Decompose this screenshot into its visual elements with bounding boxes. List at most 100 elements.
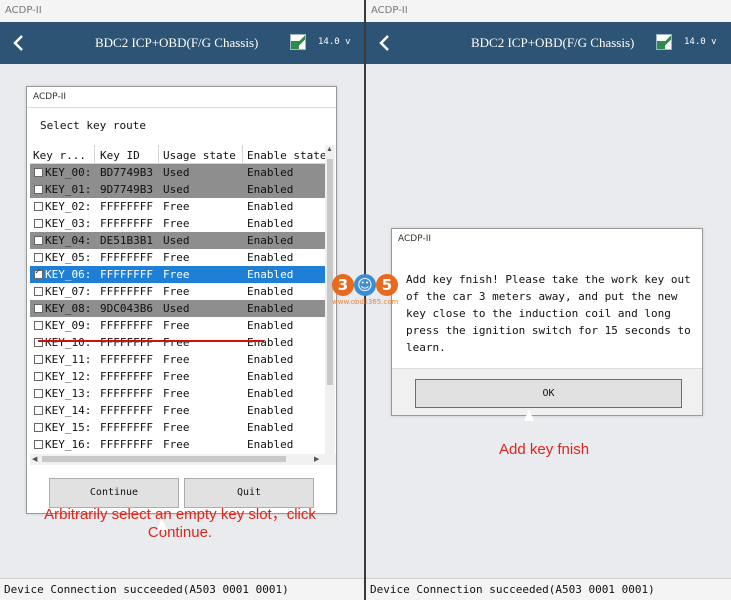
- checkbox-icon[interactable]: [34, 423, 43, 432]
- cell-usage-state: Free: [163, 421, 190, 434]
- cell-key-id: FFFFFFFF: [100, 200, 153, 213]
- table-row[interactable]: KEY_04: DE51B3B1 Used Enabled: [30, 232, 325, 249]
- checkbox-icon[interactable]: [34, 202, 43, 211]
- cell-enable-state: Enabled: [247, 387, 294, 400]
- cell-usage-state: Free: [163, 285, 190, 298]
- checkbox-icon[interactable]: [34, 168, 43, 177]
- table-row[interactable]: KEY_06: FFFFFFFF Free Enabled: [30, 266, 325, 283]
- cell-usage-state: Free: [163, 268, 190, 281]
- cell-key-id: FFFFFFFF: [100, 336, 153, 349]
- table-row[interactable]: KEY_11: FFFFFFFF Free Enabled: [30, 351, 325, 368]
- cell-key-route: KEY_01:: [45, 183, 92, 196]
- table-row[interactable]: KEY_10: FFFFFFFF Free Enabled: [30, 334, 325, 351]
- continue-button[interactable]: Continue: [49, 478, 179, 508]
- cell-key-id: FFFFFFFF: [100, 421, 153, 434]
- table-row[interactable]: KEY_07: FFFFFFFF Free Enabled: [30, 283, 325, 300]
- horizontal-scrollbar[interactable]: ◀ ▶: [30, 454, 336, 465]
- dialog-message: Add key fnish! Please take the work key …: [406, 273, 691, 354]
- finish-caption: Add key fnish: [499, 441, 590, 458]
- table-row[interactable]: KEY_12: FFFFFFFF Free Enabled: [30, 368, 325, 385]
- cell-enable-state: Enabled: [247, 268, 294, 281]
- cell-key-route: KEY_04:: [45, 234, 92, 247]
- cell-key-route: KEY_08:: [45, 302, 92, 315]
- cell-usage-state: Used: [163, 234, 190, 247]
- watermark-digit: 3: [332, 274, 354, 296]
- version-label: 14.0 v: [318, 37, 351, 47]
- cell-key-id: FFFFFFFF: [100, 438, 153, 451]
- cell-key-id: FFFFFFFF: [100, 217, 153, 230]
- flag-icon: [656, 34, 672, 50]
- checkbox-icon[interactable]: [34, 440, 43, 449]
- table-row[interactable]: KEY_03: FFFFFFFF Free Enabled: [30, 215, 325, 232]
- cell-enable-state: Enabled: [247, 336, 294, 349]
- cell-enable-state: Enabled: [247, 370, 294, 383]
- checkbox-icon[interactable]: [34, 321, 43, 330]
- checkbox-icon[interactable]: [34, 406, 43, 415]
- watermark-logo: 3 ☺ 5 www.obdii365.com: [330, 272, 400, 320]
- cell-key-route: KEY_06:: [45, 268, 92, 281]
- cell-key-route: KEY_00:: [45, 166, 92, 179]
- checkbox-icon[interactable]: [34, 219, 43, 228]
- table-row[interactable]: KEY_14: FFFFFFFF Free Enabled: [30, 402, 325, 419]
- cell-enable-state: Enabled: [247, 166, 294, 179]
- scroll-right-arrow-icon[interactable]: ▶: [314, 455, 319, 463]
- cell-key-route: KEY_05:: [45, 251, 92, 264]
- left-screen: ACDP-II BDC2 ICP+OBD(F/G Chassis) 14.0 v…: [0, 0, 364, 600]
- table-row[interactable]: KEY_16: FFFFFFFF Free Enabled: [30, 436, 325, 453]
- version-label: 14.0 v: [684, 37, 717, 47]
- back-chevron-icon[interactable]: [374, 31, 396, 55]
- checkbox-icon[interactable]: [34, 372, 43, 381]
- column-separator: [158, 145, 159, 164]
- column-header-enable-state[interactable]: Enable state: [247, 149, 325, 162]
- table-header: Key r... Key ID Usage state Enable state: [30, 145, 325, 164]
- cell-key-id: 9DC043B6: [100, 302, 153, 315]
- cell-key-id: FFFFFFFF: [100, 404, 153, 417]
- caption-line-2: Continue.: [147, 524, 213, 541]
- table-body: KEY_00: BD7749B3 Used Enabled KEY_01: 9D7749B…: [30, 164, 325, 455]
- checkbox-icon[interactable]: [34, 185, 43, 194]
- cell-enable-state: Enabled: [247, 353, 294, 366]
- title-divider: [27, 107, 336, 108]
- ok-button[interactable]: OK: [415, 379, 682, 408]
- checkbox-icon[interactable]: [34, 253, 43, 262]
- table-row[interactable]: KEY_00: BD7749B3 Used Enabled: [30, 164, 325, 181]
- scroll-left-arrow-icon[interactable]: ◀: [32, 455, 37, 463]
- instruction-caption: Arbitrarily select an empty key slot，cli…: [30, 506, 330, 542]
- checkbox-icon[interactable]: [34, 287, 43, 296]
- column-header-key-route[interactable]: Key r...: [33, 149, 91, 162]
- cell-usage-state: Free: [163, 217, 190, 230]
- watermark-url: www.obdii365.com: [332, 298, 399, 306]
- checkbox-icon[interactable]: [34, 236, 43, 245]
- cell-key-id: FFFFFFFF: [100, 285, 153, 298]
- cell-enable-state: Enabled: [247, 200, 294, 213]
- horizontal-scroll-thumb[interactable]: [42, 456, 286, 462]
- back-chevron-icon[interactable]: [8, 31, 30, 55]
- scroll-up-arrow-icon[interactable]: ▲: [326, 146, 333, 153]
- table-row[interactable]: KEY_13: FFFFFFFF Free Enabled: [30, 385, 325, 402]
- watermark-smile-icon: ☺: [354, 274, 376, 296]
- dialog-title: ACDP-II: [33, 92, 66, 102]
- column-header-usage-state[interactable]: Usage state: [163, 149, 243, 162]
- column-separator: [94, 145, 95, 164]
- app-header: BDC2 ICP+OBD(F/G Chassis) 14.0 v: [0, 22, 364, 64]
- cell-enable-state: Enabled: [247, 251, 294, 264]
- column-header-key-id[interactable]: Key ID: [100, 149, 160, 162]
- checkbox-icon[interactable]: [34, 389, 43, 398]
- add-key-finish-dialog: ACDP-II Add key fnish! Please take the w…: [391, 228, 703, 416]
- cell-usage-state: Used: [163, 166, 190, 179]
- app-header: BDC2 ICP+OBD(F/G Chassis) 14.0 v: [366, 22, 731, 64]
- cell-key-id: 9D7749B3: [100, 183, 153, 196]
- checkbox-icon[interactable]: [34, 355, 43, 364]
- cell-usage-state: Free: [163, 404, 190, 417]
- table-row[interactable]: KEY_01: 9D7749B3 Used Enabled: [30, 181, 325, 198]
- table-row[interactable]: KEY_15: FFFFFFFF Free Enabled: [30, 419, 325, 436]
- table-row[interactable]: KEY_09: FFFFFFFF Free Enabled: [30, 317, 325, 334]
- cell-enable-state: Enabled: [247, 404, 294, 417]
- table-row[interactable]: KEY_05: FFFFFFFF Free Enabled: [30, 249, 325, 266]
- checkbox-icon[interactable]: [34, 267, 43, 279]
- table-row[interactable]: KEY_02: FFFFFFFF Free Enabled: [30, 198, 325, 215]
- table-row[interactable]: KEY_08: 9DC043B6 Used Enabled: [30, 300, 325, 317]
- quit-button[interactable]: Quit: [184, 478, 314, 508]
- dialog-title: ACDP-II: [398, 234, 431, 244]
- checkbox-icon[interactable]: [34, 304, 43, 313]
